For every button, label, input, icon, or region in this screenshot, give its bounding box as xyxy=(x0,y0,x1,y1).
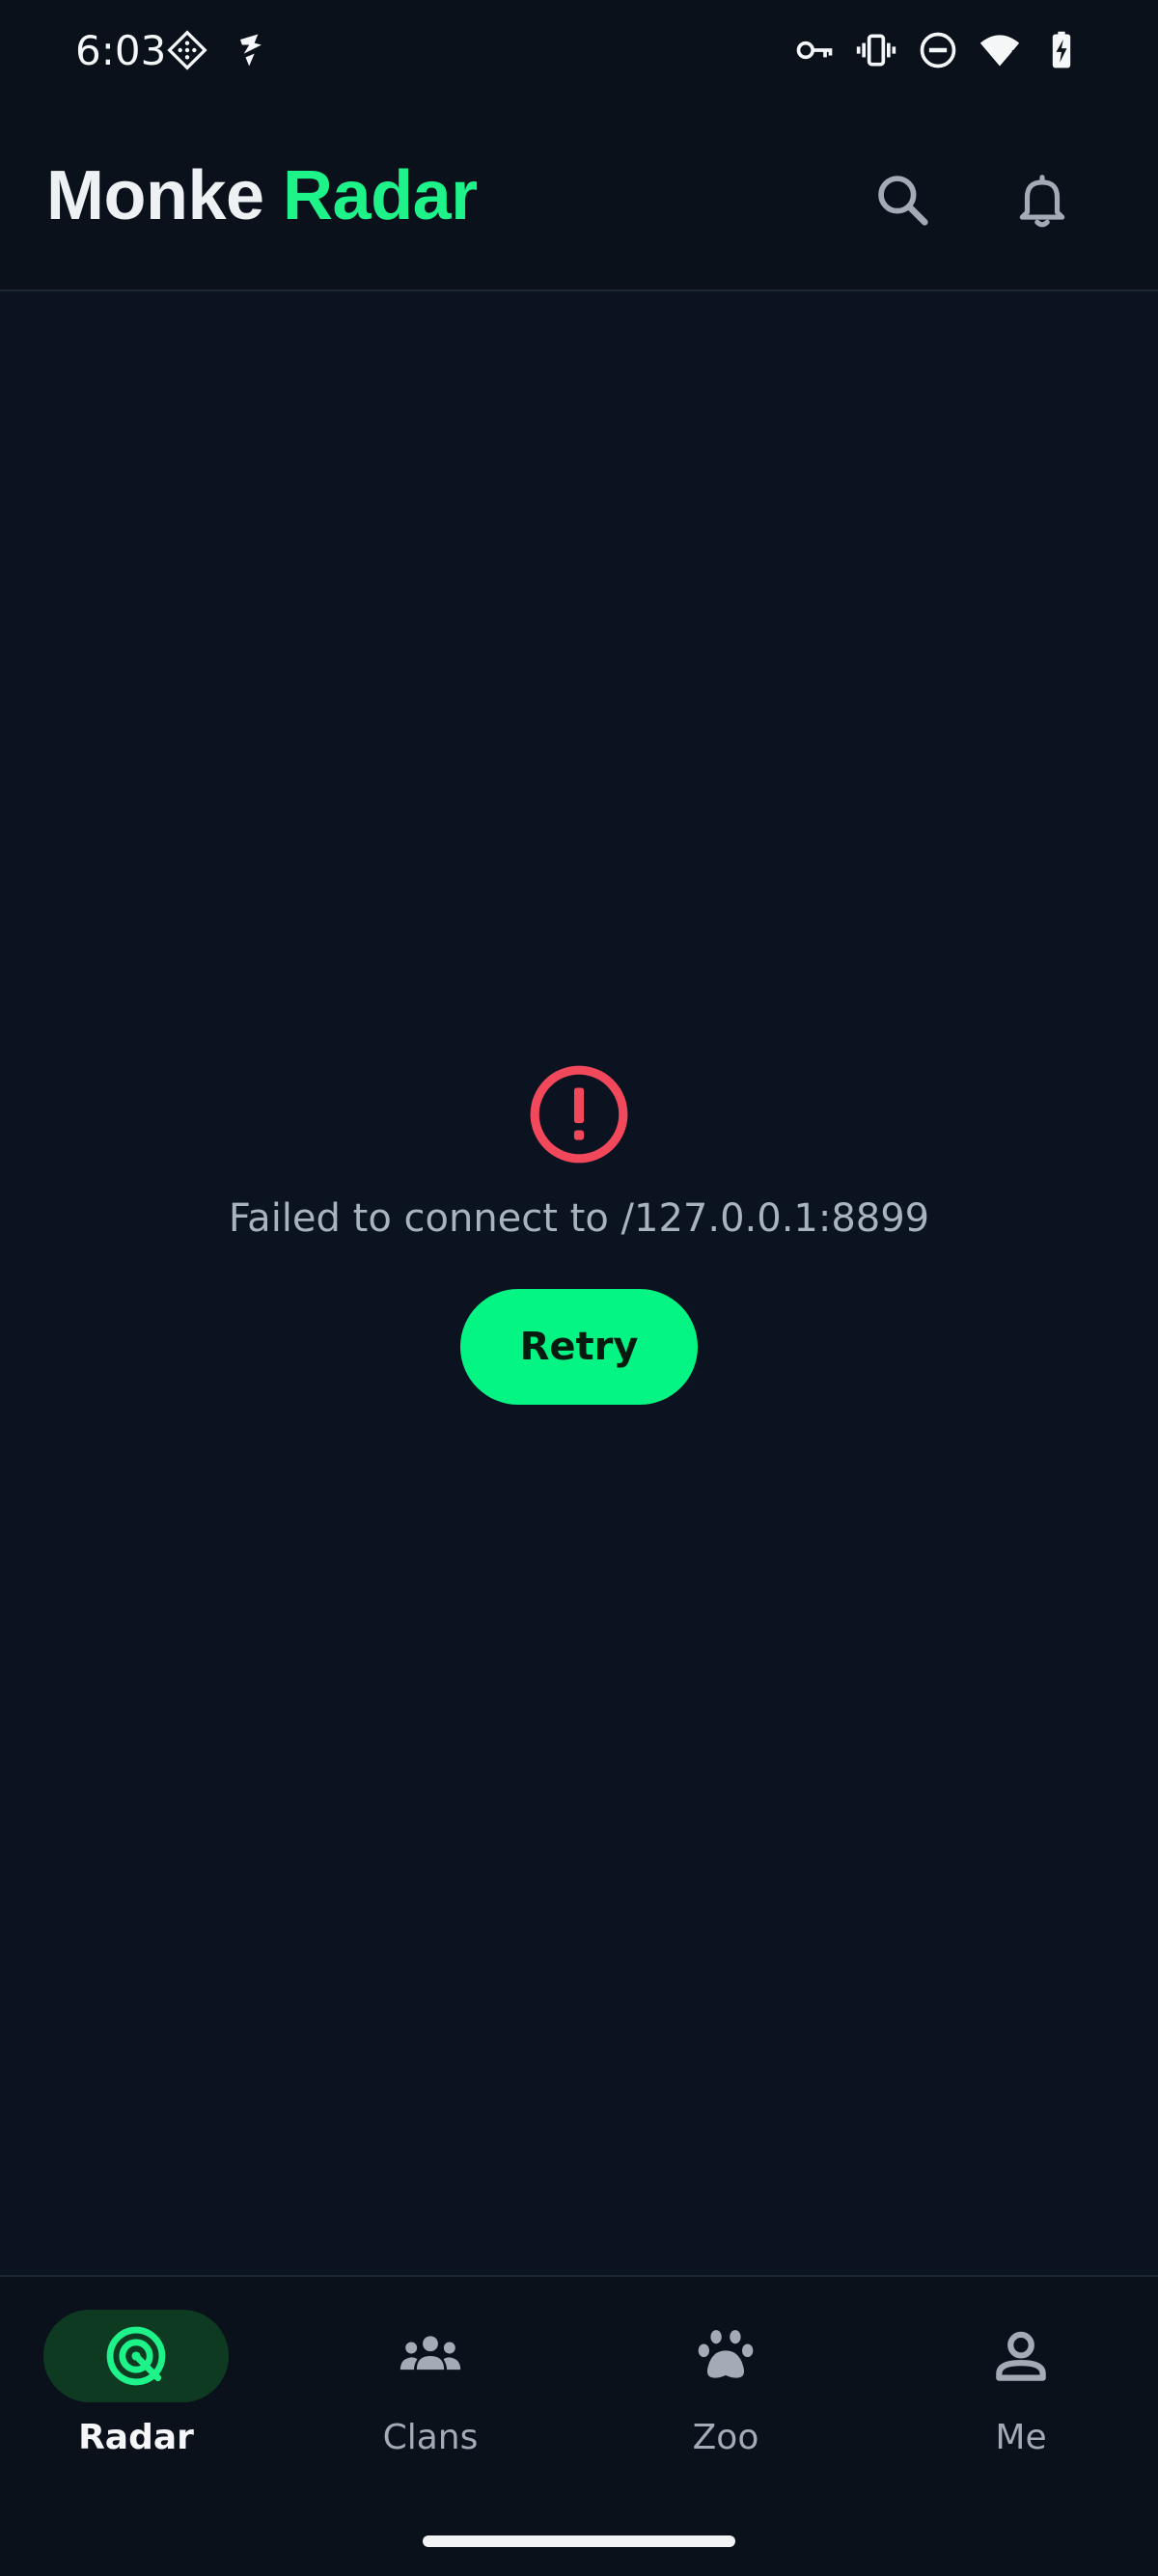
status-bar: 6:03 xyxy=(0,0,1158,106)
search-icon xyxy=(878,176,928,226)
notifications-button[interactable] xyxy=(999,156,1086,243)
home-indicator[interactable] xyxy=(423,2535,735,2547)
flash-bolt-icon xyxy=(240,34,262,67)
nav-pill-me xyxy=(928,2310,1114,2402)
search-button[interactable] xyxy=(859,156,946,243)
radar-icon xyxy=(106,2326,166,2386)
app-bar: Monke Radar xyxy=(0,106,1158,291)
error-state: Failed to connect to /127.0.0.1:8899 Ret… xyxy=(0,1061,1158,1405)
person-icon xyxy=(996,2331,1046,2381)
error-message: Failed to connect to /127.0.0.1:8899 xyxy=(228,1196,930,1241)
app-title-radar: Radar xyxy=(283,157,478,234)
nav-pill-zoo xyxy=(633,2310,818,2402)
nav-label-zoo: Zoo xyxy=(692,2418,759,2457)
error-icon-wrap xyxy=(526,1061,632,1167)
nav-label-clans: Clans xyxy=(382,2418,479,2457)
bottom-navigation: Radar Clans Zoo Me xyxy=(0,2275,1158,2576)
bell-icon xyxy=(1019,175,1065,228)
group-icon xyxy=(400,2336,461,2370)
do-not-disturb-icon xyxy=(920,32,956,69)
nav-item-zoo[interactable]: Zoo xyxy=(610,2310,841,2457)
app-screen: 6:03 Monke Radar Failed to connect to /1… xyxy=(0,0,1158,2576)
vibrate-icon xyxy=(856,34,896,67)
nav-item-radar[interactable]: Radar xyxy=(20,2310,252,2457)
nav-label-radar: Radar xyxy=(78,2418,194,2457)
paw-icon xyxy=(698,2330,754,2378)
nav-item-clans[interactable]: Clans xyxy=(315,2310,546,2457)
retry-button[interactable]: Retry xyxy=(460,1289,698,1405)
nav-label-me: Me xyxy=(995,2418,1047,2457)
status-time: 6:03 xyxy=(75,27,167,74)
status-left-icons xyxy=(166,29,272,71)
battery-charging-icon xyxy=(1052,31,1071,69)
status-right-icons xyxy=(793,29,1083,71)
wifi-alert-icon xyxy=(979,35,1020,68)
vpn-key-icon xyxy=(796,41,833,60)
nav-pill-radar xyxy=(43,2310,229,2402)
nav-item-me[interactable]: Me xyxy=(905,2310,1137,2457)
app-title: Monke Radar xyxy=(46,156,478,235)
app-grid-icon xyxy=(167,30,207,70)
error-circle-icon xyxy=(530,1065,628,1164)
nav-pill-clans xyxy=(338,2310,523,2402)
app-title-monke: Monke xyxy=(46,157,264,234)
